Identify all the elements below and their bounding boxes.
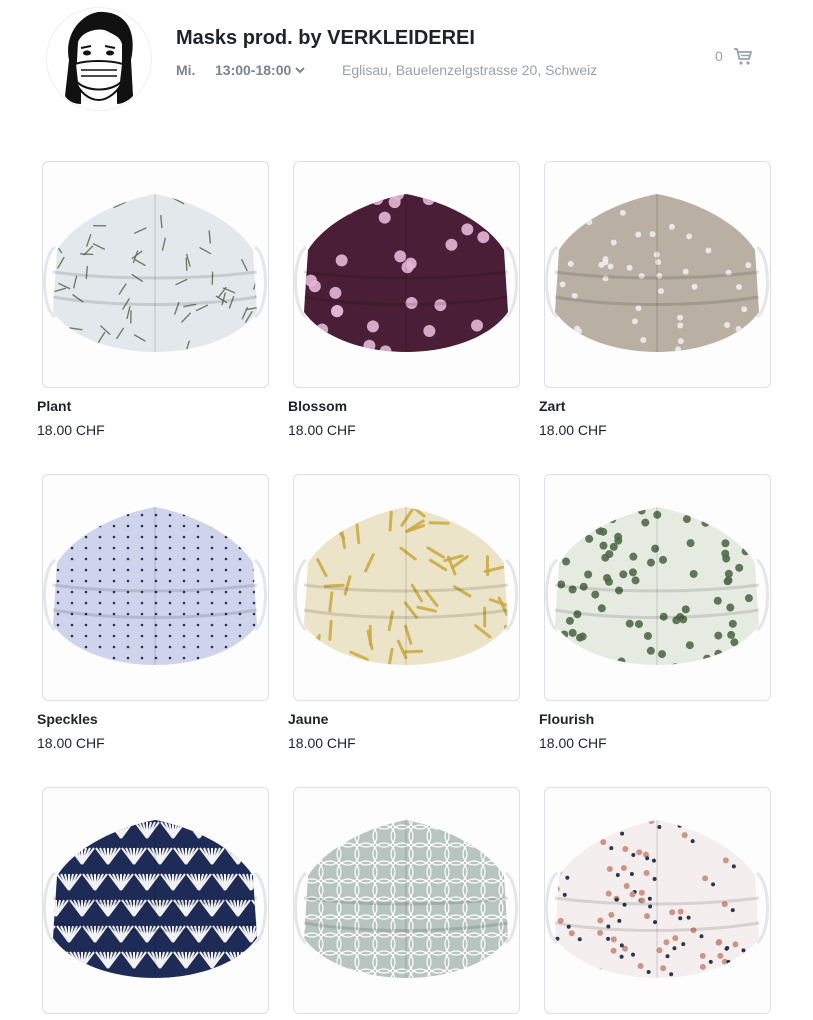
mask-image-icon (545, 194, 769, 352)
product-name[interactable]: Blossom (288, 398, 347, 414)
product-image[interactable] (42, 161, 269, 388)
product-price: 18.00 CHF (37, 422, 105, 438)
mask-image-icon (294, 820, 518, 978)
mask-image-icon (545, 820, 769, 978)
product-image[interactable] (293, 161, 520, 388)
mask-image-icon (294, 194, 518, 352)
mask-image-icon (294, 507, 518, 665)
mask-image-icon (43, 820, 267, 978)
mask-image-icon (43, 194, 267, 352)
mask-image-icon (43, 507, 267, 665)
product-image[interactable] (544, 474, 771, 701)
product-price: 18.00 CHF (288, 422, 356, 438)
product-image[interactable] (42, 787, 269, 1014)
product-name[interactable]: Jaune (288, 711, 328, 727)
product-image[interactable] (544, 787, 771, 1014)
product-grid: Plant 18.00 CHF Blossom 18.00 CHF Zart 1… (0, 0, 813, 1020)
product-image[interactable] (42, 474, 269, 701)
product-image[interactable] (544, 161, 771, 388)
product-price: 18.00 CHF (37, 735, 105, 751)
product-price: 18.00 CHF (539, 422, 607, 438)
product-image[interactable] (293, 474, 520, 701)
product-name[interactable]: Zart (539, 398, 565, 414)
product-name[interactable]: Flourish (539, 711, 594, 727)
product-name[interactable]: Plant (37, 398, 71, 414)
product-image[interactable] (293, 787, 520, 1014)
mask-image-icon (545, 507, 769, 665)
product-price: 18.00 CHF (288, 735, 356, 751)
product-name[interactable]: Speckles (37, 711, 98, 727)
product-price: 18.00 CHF (539, 735, 607, 751)
